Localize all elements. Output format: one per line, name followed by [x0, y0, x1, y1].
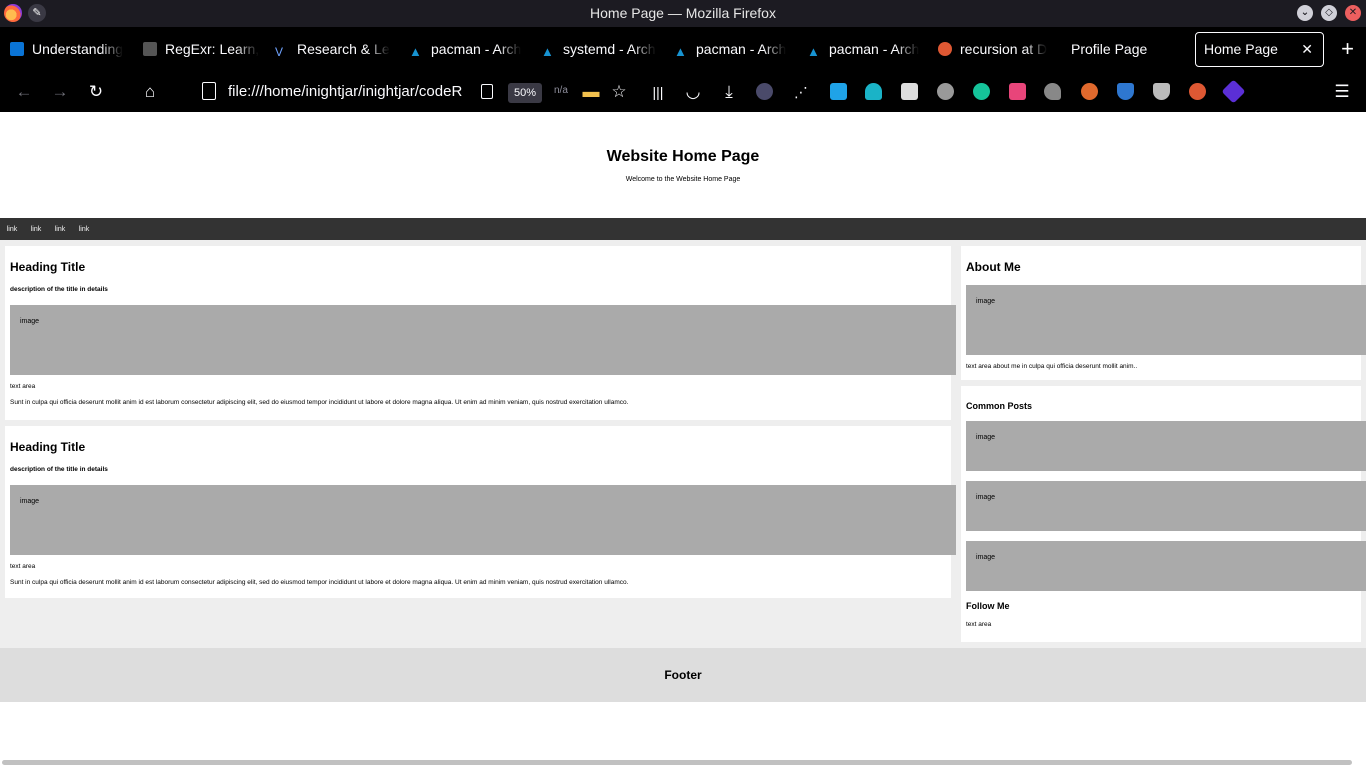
- common-post-image: image: [966, 421, 1366, 471]
- tab-recursion[interactable]: recursion at D: [938, 27, 1053, 72]
- tab-bar: Understanding RegExr: Learn, V Research &…: [0, 27, 1366, 72]
- lock-shield-icon[interactable]: [1153, 83, 1170, 100]
- about-image: image: [966, 285, 1366, 355]
- common-post-image: image: [966, 541, 1366, 591]
- pocket-icon[interactable]: ◡: [682, 81, 704, 103]
- arrow-left-icon[interactable]: ←: [13, 81, 35, 103]
- common-post-image: image: [966, 481, 1366, 531]
- common-posts-card: Common Posts image image image Follow Me…: [961, 386, 1366, 642]
- site-footer: Footer: [0, 648, 1366, 702]
- shield-extension-icon[interactable]: [1117, 83, 1134, 100]
- dots-extension-icon[interactable]: ⋰: [790, 81, 812, 103]
- home-icon[interactable]: ⌂: [139, 81, 161, 103]
- tab-profile-page[interactable]: Profile Page: [1071, 27, 1181, 72]
- duckduckgo-favicon-icon: [938, 42, 952, 56]
- tab-systemd[interactable]: ▲ systemd - Arch: [541, 27, 656, 72]
- close-window-icon[interactable]: ✕: [1345, 5, 1361, 21]
- post-description: description of the title in details: [10, 466, 108, 473]
- window-title: Home Page — Mozilla Firefox: [590, 5, 776, 21]
- arch-favicon-icon: ▲: [541, 44, 554, 59]
- video-favicon-icon: [10, 42, 24, 56]
- duckduckgo-icon[interactable]: [1189, 83, 1206, 100]
- site-subtitle: Welcome to the Website Home Page: [625, 176, 741, 183]
- bitwarden-icon[interactable]: [901, 83, 918, 100]
- zoom-level-button[interactable]: 50%: [508, 83, 542, 103]
- post-title: Heading Title: [10, 440, 86, 454]
- folder-icon[interactable]: ▬: [580, 81, 602, 103]
- nav-link[interactable]: link: [24, 219, 48, 233]
- post-image: image: [10, 305, 956, 375]
- arch-favicon-icon: ▲: [674, 44, 687, 59]
- horizontal-scrollbar[interactable]: [0, 758, 1366, 768]
- fox-extension-icon[interactable]: [1081, 83, 1098, 100]
- tab-home-page[interactable]: Home Page ✕: [1195, 32, 1324, 67]
- cloud-extension-icon[interactable]: [865, 83, 882, 100]
- new-tab-icon[interactable]: +: [1341, 37, 1354, 61]
- about-card: About Me image text area about me in cul…: [961, 246, 1366, 380]
- minimize-icon[interactable]: ⌄: [1297, 5, 1313, 21]
- scrollbar-thumb[interactable]: [2, 760, 1352, 765]
- library-icon[interactable]: |||: [647, 81, 669, 103]
- site-title: Website Home Page: [606, 148, 760, 165]
- arrow-right-icon[interactable]: →: [49, 81, 71, 103]
- maximize-icon[interactable]: ◇: [1321, 5, 1337, 21]
- research-favicon-icon: V: [275, 45, 284, 59]
- hamburger-menu-icon[interactable]: ☰: [1331, 81, 1353, 103]
- arch-favicon-icon: ▲: [409, 44, 422, 59]
- na-indicator: n/a: [554, 85, 568, 96]
- pink-extension-icon[interactable]: [1009, 83, 1026, 100]
- follow-title: Follow Me: [966, 601, 1010, 611]
- close-tab-icon[interactable]: ✕: [1301, 33, 1313, 66]
- account-avatar-icon[interactable]: [756, 83, 773, 100]
- post-card: Heading Title description of the title i…: [5, 426, 956, 598]
- footer-title: Footer: [664, 668, 702, 682]
- regexr-favicon-icon: [143, 42, 157, 56]
- page-icon: [202, 82, 216, 100]
- post-text-label: text area: [10, 383, 36, 390]
- content-row: Heading Title description of the title i…: [0, 240, 1366, 648]
- tab-understanding[interactable]: Understanding: [10, 27, 125, 72]
- tab-pacman-3[interactable]: ▲ pacman - Arch: [807, 27, 922, 72]
- url-bar[interactable]: file:///home/inightjar/inightjar/codeR 5…: [196, 76, 578, 108]
- post-title: Heading Title: [10, 260, 86, 274]
- post-body: Sunt in culpa qui officia deserunt molli…: [10, 399, 629, 406]
- window-titlebar: ✎ Home Page — Mozilla Firefox ⌄ ◇ ✕: [0, 0, 1366, 27]
- post-text-label: text area: [10, 563, 36, 570]
- purple-diamond-extension-icon[interactable]: [1221, 79, 1246, 104]
- site-nav: link link link link: [0, 218, 1366, 240]
- bird-extension-icon[interactable]: [1044, 83, 1061, 100]
- url-text[interactable]: file:///home/inightjar/inightjar/codeR: [228, 83, 473, 100]
- extension-blue-icon[interactable]: [830, 83, 847, 100]
- tab-pacman-1[interactable]: ▲ pacman - Arch: [409, 27, 524, 72]
- tab-regexr[interactable]: RegExr: Learn,: [143, 27, 258, 72]
- post-image: image: [10, 485, 956, 555]
- dots-circle-extension-icon[interactable]: [937, 83, 954, 100]
- tab-pacman-2[interactable]: ▲ pacman - Arch: [674, 27, 789, 72]
- tab-research[interactable]: V Research & Le: [275, 27, 390, 72]
- web-page: Website Home Page Welcome to the Website…: [0, 112, 1366, 758]
- downloads-icon[interactable]: ⤓: [718, 81, 740, 103]
- navigation-toolbar: ← → ↻ ⌂ file:///home/inightjar/inightjar…: [0, 72, 1366, 112]
- common-posts-title: Common Posts: [966, 401, 1033, 411]
- about-title: About Me: [966, 260, 1021, 274]
- follow-text: text area: [966, 621, 992, 628]
- nav-link[interactable]: link: [72, 219, 96, 233]
- grammarly-icon[interactable]: [973, 83, 990, 100]
- nav-link[interactable]: link: [0, 219, 24, 233]
- bookmark-star-icon[interactable]: ☆: [608, 81, 630, 103]
- about-text: text area about me in culpa qui officia …: [966, 363, 1138, 370]
- nav-link[interactable]: link: [48, 219, 72, 233]
- post-body: Sunt in culpa qui officia deserunt molli…: [10, 579, 629, 586]
- post-description: description of the title in details: [10, 286, 108, 293]
- post-card: Heading Title description of the title i…: [5, 246, 956, 420]
- reader-view-icon[interactable]: [481, 84, 493, 99]
- site-header: Website Home Page Welcome to the Website…: [0, 112, 1366, 218]
- reload-icon[interactable]: ↻: [85, 81, 107, 103]
- arch-favicon-icon: ▲: [807, 44, 820, 59]
